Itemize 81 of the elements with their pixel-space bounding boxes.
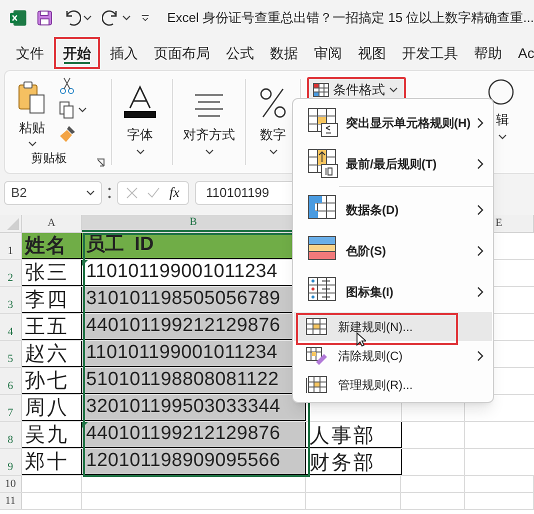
caret-icon [78, 107, 87, 113]
copy-icon[interactable] [59, 101, 75, 119]
table-cell: 440101199212129876 [82, 422, 306, 448]
table-cell: 320101199503033344 [82, 395, 306, 421]
table-icon [306, 318, 328, 336]
table-cell: 财务部 [310, 452, 376, 474]
row-number[interactable]: 2 [8, 270, 14, 286]
ribbon-tab[interactable]: 开发工具 [395, 37, 465, 69]
table-cell: 120101198909095566 [82, 449, 306, 475]
ribbon-tab[interactable]: 公式 [219, 37, 261, 69]
error-indicator-icon[interactable] [82, 422, 88, 428]
table-cell: 周八 [22, 395, 82, 421]
table-cell: 孙七 [22, 368, 82, 394]
table-cell: 王五 [22, 314, 82, 340]
menu-item[interactable]: 最前/最后规则(T) [294, 143, 492, 184]
check-icon[interactable] [147, 187, 160, 199]
mouse-cursor-icon [356, 332, 366, 347]
menu-item[interactable]: 突出显示单元格规则(H) [294, 102, 492, 143]
caret-icon [136, 148, 144, 154]
row-number[interactable]: 6 [8, 378, 14, 394]
ribbon-tab[interactable]: 帮助 [467, 37, 509, 69]
table-cell: 张三 [22, 260, 82, 286]
group-button-label[interactable]: 数字 [260, 125, 286, 144]
align-icon [194, 93, 224, 119]
row-number[interactable]: 7 [8, 404, 14, 421]
table-cell: 李四 [22, 287, 82, 313]
ribbon-tab[interactable]: 审阅 [307, 37, 349, 69]
paste-icon[interactable] [18, 81, 46, 115]
table-cell: 人事部 [310, 425, 376, 447]
scissors-icon[interactable] [59, 77, 75, 95]
row-number[interactable]: 4 [8, 324, 14, 340]
customize-toolbar-icon[interactable] [140, 14, 150, 22]
table-icon [306, 376, 328, 394]
more-icon[interactable] [108, 187, 111, 199]
table-cell: 吴九 [22, 422, 82, 448]
eraser-icon [306, 346, 328, 364]
name-box[interactable]: B2 [4, 181, 102, 205]
search-icon[interactable] [487, 78, 515, 106]
row-number[interactable]: 5 [8, 350, 14, 367]
error-indicator-icon[interactable] [82, 260, 88, 266]
group-label: 剪贴板 [31, 150, 67, 167]
caret-icon [204, 148, 214, 154]
percent-icon [259, 87, 287, 119]
ribbon-tab[interactable]: 页面布局 [147, 37, 217, 69]
save-icon[interactable] [37, 9, 53, 27]
ribbon-tab[interactable]: 开始 [54, 37, 100, 69]
column-header[interactable]: B [190, 214, 197, 231]
menu-item[interactable]: 数据条(D) [294, 189, 492, 230]
group-button-label[interactable]: 字体 [127, 125, 153, 144]
caret-icon [86, 190, 95, 196]
ribbon-tab[interactable]: 插入 [103, 37, 145, 69]
ribbon-tab[interactable]: Ac [511, 37, 534, 69]
format-painter-icon[interactable] [59, 125, 77, 143]
row-number[interactable]: 8 [8, 432, 14, 448]
ribbon-tab[interactable]: 数据 [263, 37, 305, 69]
highlight-rules-icon [308, 108, 340, 138]
paste-label: 粘贴 [19, 119, 45, 137]
caret-icon [389, 87, 398, 93]
header-cell: 姓名 [22, 233, 82, 259]
row-number[interactable]: 1 [8, 242, 14, 259]
column-header[interactable]: A [47, 215, 56, 232]
font-color-icon [123, 85, 157, 119]
ribbon-tab[interactable]: 视图 [351, 37, 393, 69]
caret-icon [122, 15, 131, 21]
window-title: Excel 身份证号查重总出错？一招搞定 15 位以上数字精确查重... [167, 9, 534, 28]
table-cell: 赵六 [22, 341, 82, 367]
excel-logo-icon [10, 8, 28, 28]
row-number[interactable]: 3 [8, 296, 14, 313]
dialog-launcher-icon[interactable] [96, 158, 105, 167]
caret-icon [498, 134, 507, 140]
ribbon-tab[interactable]: 文件 [9, 37, 51, 69]
insert-function-button[interactable]: fx [169, 182, 180, 204]
caret-icon [82, 15, 92, 21]
caret-icon [28, 140, 36, 146]
row-number[interactable]: 9 [8, 458, 14, 475]
table-cell: 郑十 [22, 449, 82, 475]
column-header[interactable]: E [496, 215, 502, 232]
caret-icon [268, 148, 278, 154]
group-button-label[interactable]: 对齐方式 [183, 125, 235, 144]
top-bottom-rules-icon [308, 148, 340, 178]
group-button-label[interactable]: 辑 [496, 110, 509, 130]
